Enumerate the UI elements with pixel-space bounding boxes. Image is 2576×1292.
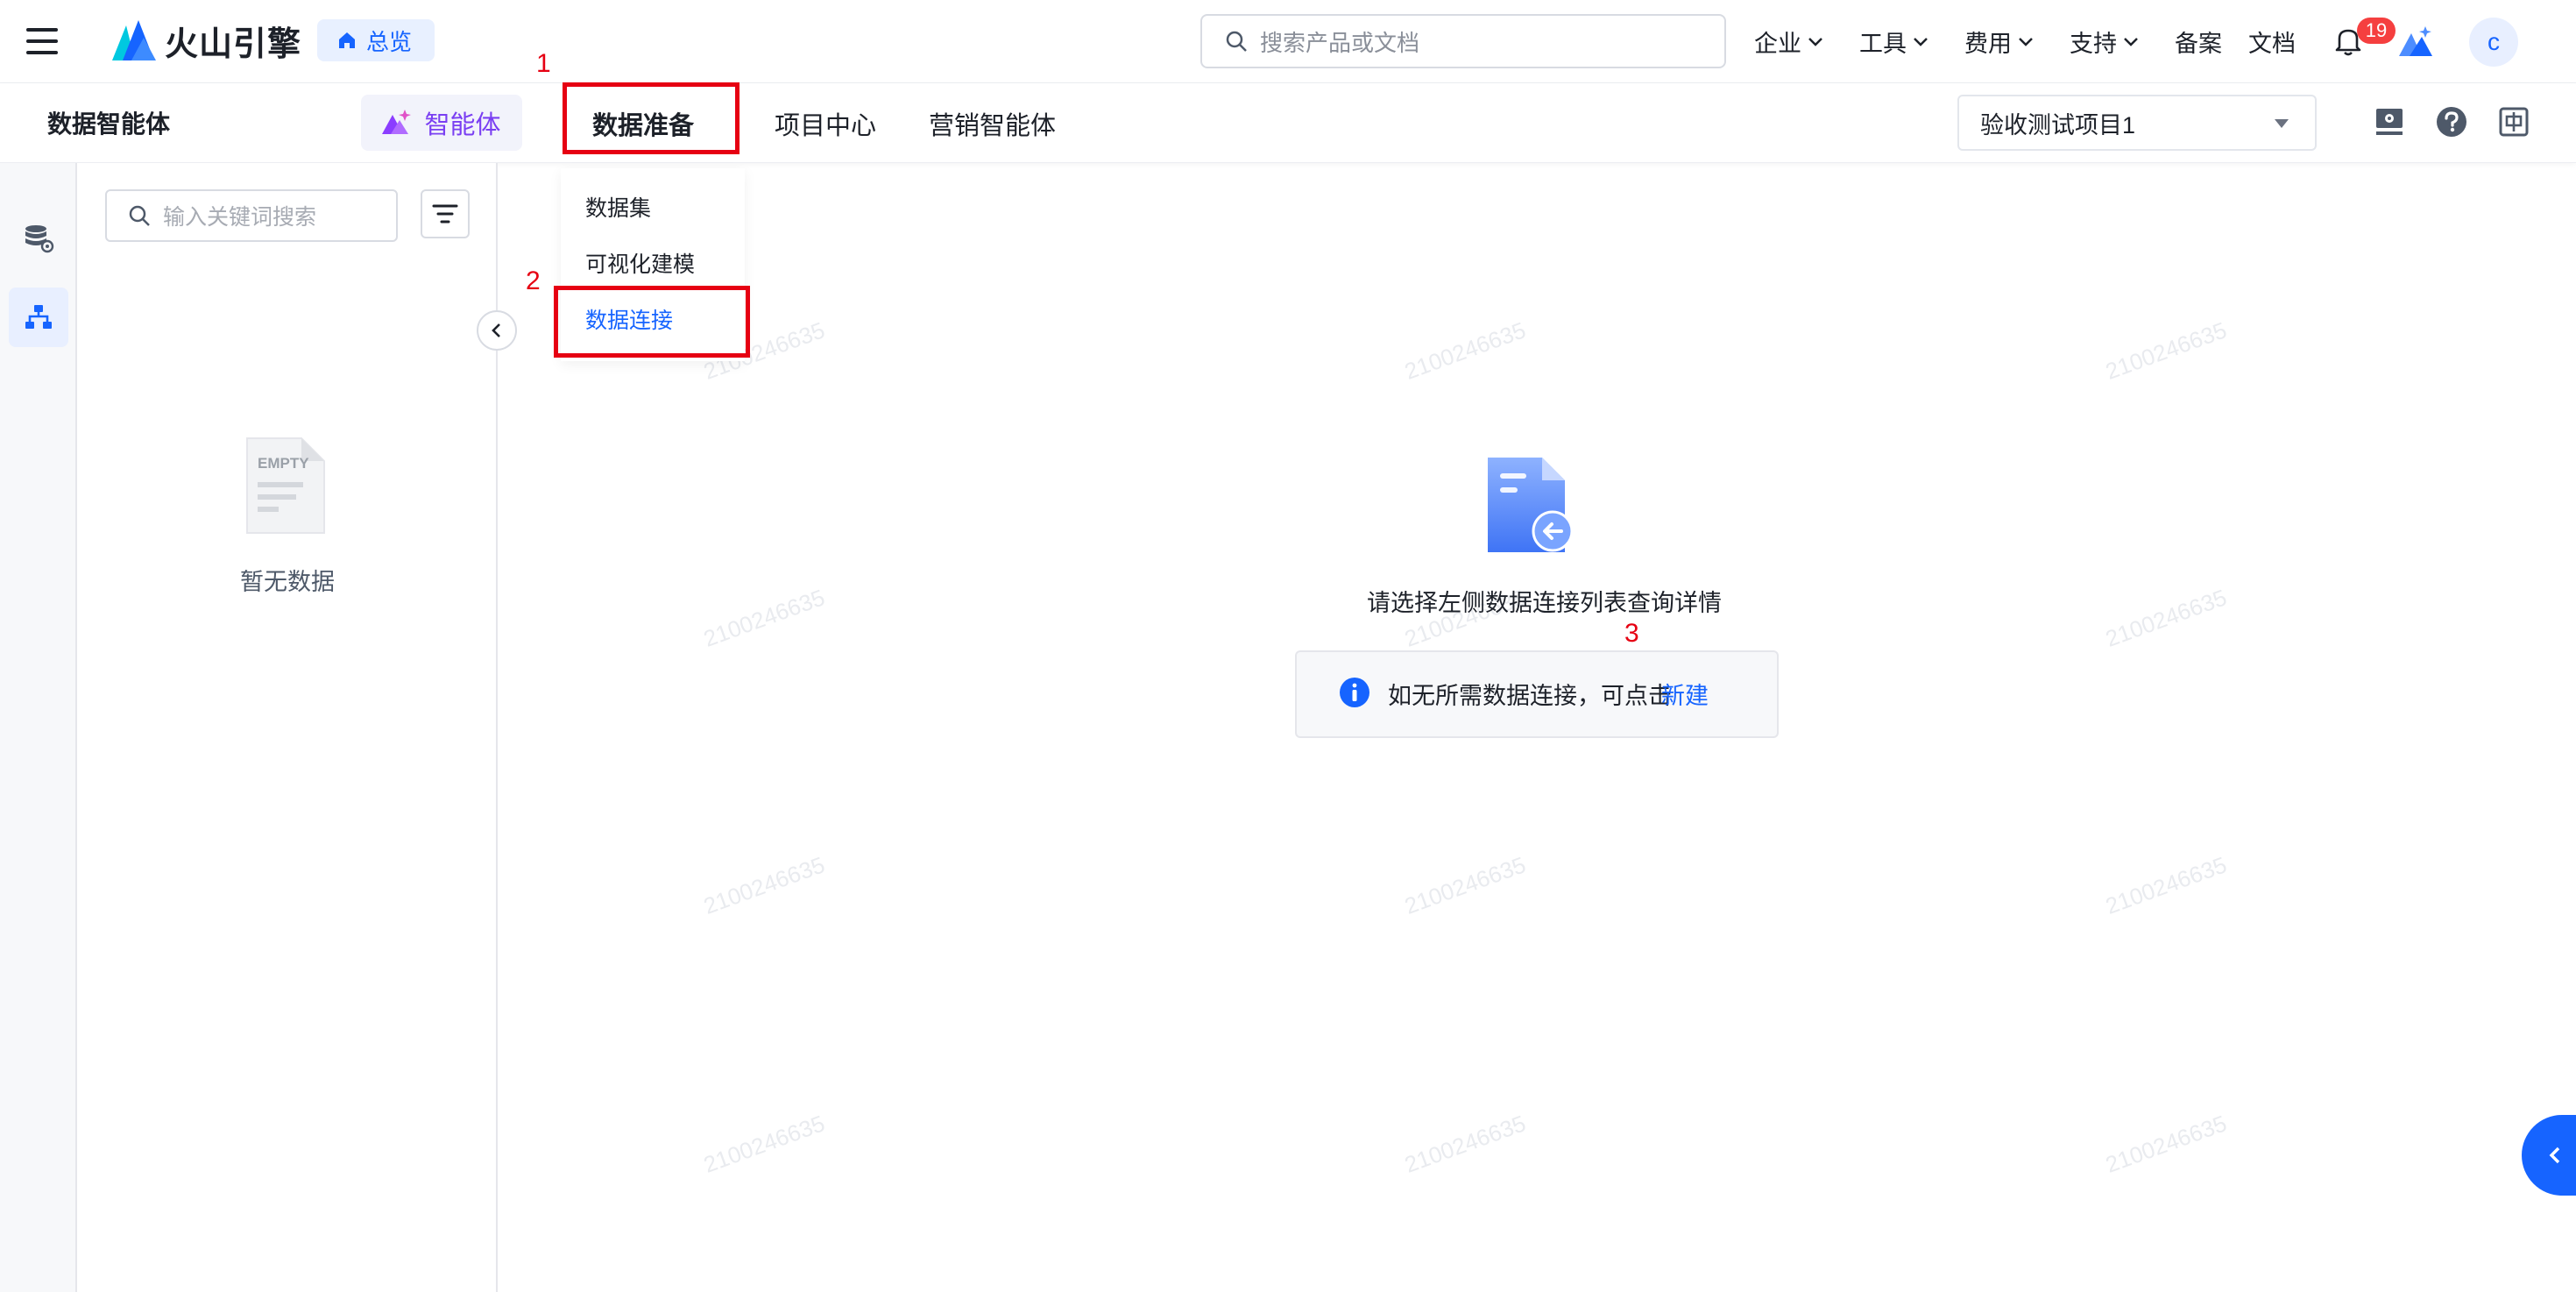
watermark: 2100246635: [2102, 316, 2231, 385]
empty-state-text: 暂无数据: [240, 569, 335, 595]
watermark: 2100246635: [700, 584, 829, 652]
notification-badge: 19: [2357, 18, 2396, 44]
watermark: 2100246635: [1401, 316, 1530, 385]
filter-icon: [432, 204, 458, 224]
watermark: 2100246635: [700, 851, 829, 919]
watermark: 2100246635: [2102, 851, 2231, 919]
nav-billing-label: 费用: [1964, 31, 2012, 57]
nav-enterprise[interactable]: 企业: [1754, 25, 1824, 59]
mountain-app-icon[interactable]: [2399, 25, 2434, 58]
search-icon: [129, 205, 150, 226]
home-icon: [339, 32, 355, 48]
watermark: 2100246635: [700, 1110, 829, 1178]
watermark: 2100246635: [2102, 1110, 2231, 1178]
empty-label: EMPTY: [258, 455, 309, 472]
monitor-settings-icon[interactable]: [2374, 107, 2404, 137]
watermark: 2100246635: [1401, 1110, 1530, 1178]
hamburger-menu-icon[interactable]: [26, 28, 58, 54]
chevron-down-icon: [1914, 37, 1928, 46]
annotation-number-1: 1: [536, 49, 551, 78]
collapse-panel-button[interactable]: [477, 310, 517, 351]
rail-item-connections[interactable]: [9, 288, 68, 347]
tab-agent[interactable]: 智能体: [361, 95, 522, 151]
tab-marketing-agent[interactable]: 营销智能体: [929, 105, 1056, 142]
keyword-search-input[interactable]: 输入关键词搜索: [105, 189, 398, 242]
help-icon[interactable]: [2436, 106, 2467, 138]
rail-item-database[interactable]: [9, 209, 68, 268]
nav-support[interactable]: 支持: [2070, 25, 2140, 59]
nav-enterprise-label: 企业: [1754, 31, 1801, 57]
annotation-box-2: [554, 286, 750, 358]
connection-detail-illustration-icon: [1488, 458, 1574, 552]
search-icon: [1226, 31, 1247, 52]
project-select-value: 验收测试项目1: [1980, 111, 2136, 138]
overview-button[interactable]: 总览: [317, 19, 435, 61]
chevron-down-icon: [2124, 37, 2138, 46]
user-avatar[interactable]: c: [2469, 18, 2518, 67]
database-settings-icon: [25, 225, 54, 253]
left-rail: [0, 163, 77, 1292]
project-select[interactable]: 验收测试项目1: [1957, 95, 2317, 151]
watermark: 2100246635: [1401, 851, 1530, 919]
filter-button[interactable]: [421, 189, 470, 238]
language-switch-icon[interactable]: [2499, 107, 2529, 137]
chevron-left-icon: [492, 323, 500, 337]
nav-billing[interactable]: 费用: [1964, 25, 2035, 59]
agent-mountain-icon: [382, 110, 412, 134]
keyword-search-placeholder: 输入关键词搜索: [163, 205, 317, 230]
create-connection-link[interactable]: 新建: [1661, 677, 1709, 711]
hierarchy-icon: [25, 305, 52, 329]
connection-list-panel: [77, 163, 498, 1292]
top-bar: 火山引擎 总览 搜索产品或文档 企业 工具 费用 支持 备案 文档 19 c: [0, 0, 2576, 83]
nav-icp-filing-label: 备案: [2175, 31, 2222, 57]
app-title: 数据智能体: [47, 110, 171, 138]
nav-icp-filing[interactable]: 备案: [2175, 25, 2222, 59]
tip-text: 如无所需数据连接，可点击: [1388, 683, 1672, 709]
chevron-down-icon: [2019, 37, 2033, 46]
chevron-down-icon: [1808, 37, 1822, 46]
brand-name: 火山引擎: [165, 25, 302, 63]
menu-item-dataset[interactable]: 数据集: [585, 191, 651, 223]
floating-expand-button[interactable]: [2522, 1115, 2576, 1196]
tab-project-center[interactable]: 项目中心: [775, 105, 876, 142]
annotation-box-1: [563, 82, 740, 154]
annotation-number-2: 2: [526, 266, 541, 295]
watermark: 2100246635: [2102, 584, 2231, 652]
nav-tools[interactable]: 工具: [1859, 25, 1929, 59]
nav-tools-label: 工具: [1859, 31, 1907, 57]
overview-label: 总览: [366, 28, 413, 55]
menu-item-visual-modeling[interactable]: 可视化建模: [585, 247, 695, 279]
caret-down-icon: [2275, 119, 2289, 128]
volcano-logo-icon: [112, 20, 156, 60]
empty-document-icon: EMPTY: [246, 437, 325, 534]
info-icon: [1340, 678, 1369, 707]
global-search-input[interactable]: 搜索产品或文档: [1200, 14, 1726, 68]
brand-logo[interactable]: 火山引擎: [112, 18, 301, 63]
detail-empty-message: 请选择左侧数据连接列表查询详情: [1367, 590, 1722, 616]
nav-support-label: 支持: [2070, 31, 2117, 57]
nav-docs[interactable]: 文档: [2248, 25, 2296, 59]
annotation-number-3: 3: [1624, 619, 1639, 648]
chevron-left-icon: [2549, 1146, 2560, 1164]
tab-agent-label: 智能体: [424, 111, 501, 139]
nav-docs-label: 文档: [2248, 31, 2296, 57]
global-search-placeholder: 搜索产品或文档: [1260, 29, 1420, 56]
